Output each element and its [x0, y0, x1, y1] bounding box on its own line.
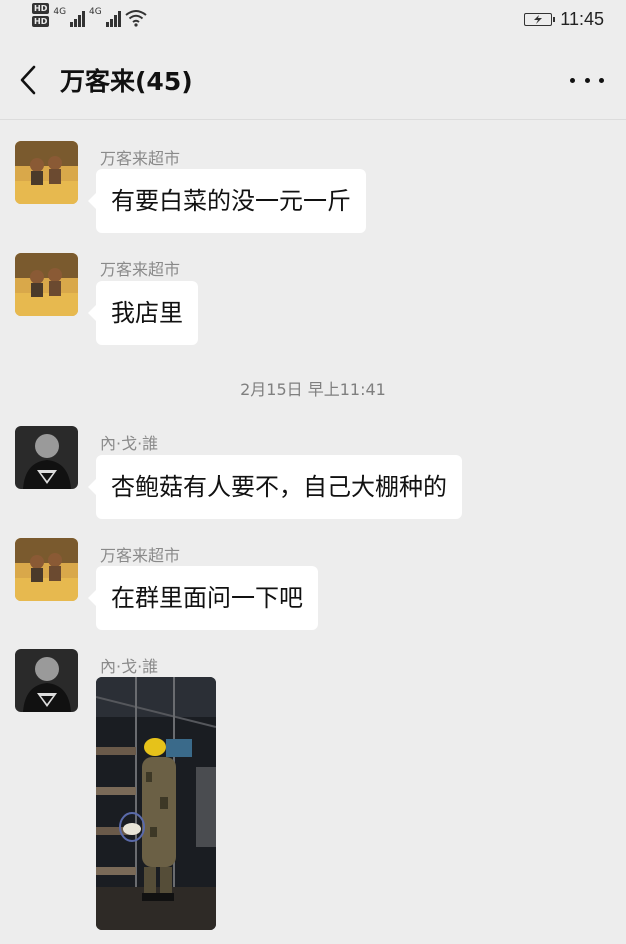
battery-icon — [524, 13, 556, 26]
avatar-image — [15, 253, 78, 316]
hd-badge-1: HD — [32, 3, 50, 14]
avatar-image — [15, 538, 78, 601]
sender-name: 內·戈·誰 — [100, 657, 159, 676]
avatar[interactable] — [15, 426, 78, 489]
sender-name: 万客来超市 — [100, 546, 181, 565]
message-bubble[interactable]: 我店里 — [88, 281, 198, 345]
chat-title: 万客来(45) — [60, 67, 193, 96]
hd-badge-2: HD — [32, 16, 50, 27]
chat-timestamp: 2月15日 早上11:41 — [240, 380, 386, 399]
avatar-image — [15, 649, 78, 712]
avatar-image — [15, 141, 78, 204]
avatar-image — [15, 426, 78, 489]
status-indicators: HD HD 4G 4G — [32, 3, 147, 27]
hd-badges: HD HD — [32, 3, 50, 27]
sender-name: 万客来超市 — [100, 149, 181, 168]
signal-icon-1 — [70, 9, 86, 27]
sender-name: 万客来超市 — [100, 260, 181, 279]
chevron-left-icon — [20, 65, 36, 95]
greenhouse-photo — [96, 677, 216, 930]
sender-name: 內·戈·誰 — [100, 434, 159, 453]
message-bubble[interactable]: 杏鲍菇有人要不，自己大棚种的 — [88, 455, 462, 519]
status-right: 11:45 — [524, 9, 604, 30]
network-type-1: 4G — [53, 7, 67, 17]
message-bubble[interactable]: 有要白菜的没一元一斤 — [88, 169, 366, 233]
avatar[interactable] — [15, 141, 78, 204]
back-button[interactable] — [14, 60, 44, 100]
more-dot-icon — [584, 77, 590, 83]
more-dot-icon — [570, 77, 575, 83]
avatar[interactable] — [15, 538, 78, 601]
message-bubble[interactable]: 在群里面问一下吧 — [88, 566, 318, 630]
more-dot-icon — [599, 77, 604, 83]
avatar[interactable] — [15, 649, 78, 712]
status-time: 11:45 — [560, 9, 604, 29]
status-bar: HD HD 4G 4G 11:45 — [0, 0, 626, 40]
signal-icon-2 — [105, 9, 121, 27]
chat-header: 万客来(45) — [0, 40, 626, 120]
avatar[interactable] — [15, 253, 78, 316]
image-message[interactable] — [96, 677, 216, 930]
network-type-2: 4G — [89, 7, 102, 17]
wifi-icon — [125, 10, 147, 27]
more-options-button[interactable] — [570, 68, 604, 92]
